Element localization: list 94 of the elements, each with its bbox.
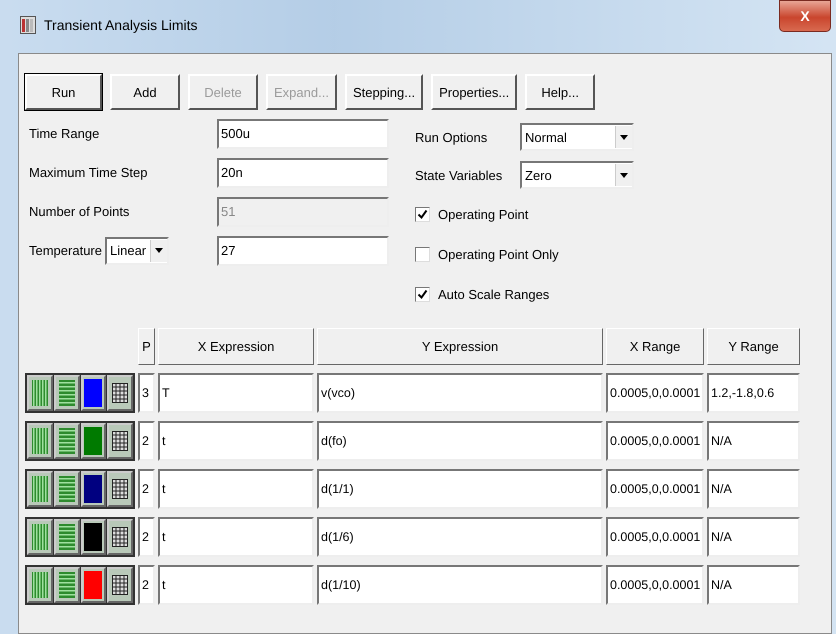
close-button[interactable]: X — [779, 0, 831, 32]
column-header[interactable]: P — [138, 328, 155, 365]
horizontal-lines-icon — [58, 524, 75, 550]
line-style-button[interactable] — [27, 375, 53, 411]
mode-dropdown[interactable]: Linear — [104, 236, 169, 264]
checkbox[interactable] — [415, 286, 430, 302]
table-cell[interactable]: 1.2,-1.8,0.6 — [707, 373, 800, 413]
table-cell[interactable]: 0.0005,0,0.0001 — [606, 421, 704, 461]
table-cell[interactable]: t — [158, 517, 314, 557]
line-style-button[interactable] — [54, 567, 80, 603]
option-label: Run Options — [415, 130, 488, 144]
toolbar-button[interactable]: Help... — [525, 74, 596, 110]
grid-icon — [112, 431, 128, 451]
field-label: Number of Points — [29, 204, 130, 219]
horizontal-lines-icon — [58, 428, 75, 454]
grid-button[interactable] — [107, 519, 133, 555]
field-label: Maximum Time Step — [29, 165, 148, 180]
table-cell[interactable]: 2 — [138, 565, 155, 605]
toolbar-button[interactable]: Stepping... — [344, 74, 424, 110]
grid-button[interactable] — [107, 375, 133, 411]
horizontal-lines-icon — [58, 380, 75, 406]
dropdown-arrow-icon — [620, 172, 628, 178]
table-cell[interactable]: 2 — [138, 469, 155, 509]
table-cell[interactable]: d(1/1) — [317, 469, 603, 509]
line-style-button[interactable] — [27, 423, 53, 459]
column-header[interactable]: X Range — [606, 328, 704, 365]
table-cell[interactable]: 0.0005,0,0.0001 — [606, 469, 704, 509]
line-style-button[interactable] — [54, 375, 80, 411]
table-cell[interactable]: t — [158, 469, 314, 509]
toolbar-button[interactable]: Properties... — [431, 74, 518, 110]
line-style-button[interactable] — [54, 519, 80, 555]
table-cell[interactable]: d(1/10) — [317, 565, 603, 605]
table-cell[interactable]: t — [158, 565, 314, 605]
checkbox[interactable] — [415, 246, 430, 262]
table-cell[interactable]: N/A — [707, 469, 800, 509]
color-button[interactable] — [80, 567, 106, 603]
color-button[interactable] — [80, 519, 106, 555]
vertical-lines-icon — [32, 380, 48, 406]
grid-button[interactable] — [107, 471, 133, 507]
grid-icon — [112, 575, 128, 595]
column-header[interactable]: Y Expression — [317, 328, 603, 365]
toolbar-button[interactable]: Run — [25, 74, 102, 110]
dropdown-arrow-icon — [154, 248, 163, 253]
table-cell[interactable]: 3 — [138, 373, 155, 413]
table-cell[interactable]: N/A — [707, 421, 800, 461]
grid-icon — [112, 383, 128, 403]
table-cell[interactable]: 2 — [138, 421, 155, 461]
dropdown-arrow-icon — [620, 134, 628, 140]
table-cell[interactable]: 0.0005,0,0.0001 — [606, 517, 704, 557]
line-style-button[interactable] — [27, 519, 53, 555]
option-label: State Variables — [415, 168, 504, 182]
table-cell[interactable]: 0.0005,0,0.0001 — [606, 373, 704, 413]
window-title: Transient Analysis Limits — [44, 17, 198, 33]
grid-icon — [112, 479, 128, 499]
input-field[interactable]: 20n — [217, 158, 389, 188]
table-cell[interactable]: 0.0005,0,0.0001 — [606, 565, 704, 605]
column-header[interactable]: X Expression — [158, 328, 314, 365]
table-cell[interactable]: N/A — [707, 565, 800, 605]
table-cell[interactable]: T — [158, 373, 314, 413]
color-button[interactable] — [80, 423, 106, 459]
grid-button[interactable] — [107, 567, 133, 603]
checkbox-label: Operating Point Only — [438, 246, 559, 262]
color-button[interactable] — [80, 375, 106, 411]
toolbar-button[interactable]: Add — [110, 74, 180, 110]
table-cell[interactable]: 2 — [138, 517, 155, 557]
field-label: Time Range — [29, 126, 100, 141]
input-field[interactable]: 27 — [217, 236, 389, 266]
input-field[interactable]: 500u — [217, 118, 389, 148]
color-button[interactable] — [80, 471, 106, 507]
checkbox[interactable] — [415, 206, 430, 222]
line-style-button[interactable] — [54, 471, 80, 507]
table-cell[interactable]: t — [158, 421, 314, 461]
column-header[interactable]: Y Range — [707, 328, 800, 365]
table-cell[interactable]: v(vco) — [317, 373, 603, 413]
vertical-lines-icon — [32, 572, 48, 598]
app-icon — [20, 16, 36, 34]
line-style-button[interactable] — [27, 567, 53, 603]
horizontal-lines-icon — [58, 476, 75, 502]
field-label: Temperature — [29, 243, 102, 258]
grid-button[interactable] — [107, 423, 133, 459]
table-cell[interactable]: d(1/6) — [317, 517, 603, 557]
horizontal-lines-icon — [58, 572, 75, 598]
checkbox-label: Operating Point — [438, 206, 528, 222]
option-dropdown[interactable]: Zero — [520, 161, 634, 189]
vertical-lines-icon — [32, 428, 48, 454]
option-dropdown[interactable]: Normal — [520, 123, 634, 151]
table-cell[interactable]: d(fo) — [317, 421, 603, 461]
grid-icon — [112, 527, 128, 547]
vertical-lines-icon — [32, 476, 48, 502]
checkbox-label: Auto Scale Ranges — [438, 286, 550, 302]
vertical-lines-icon — [32, 524, 48, 550]
table-cell[interactable]: N/A — [707, 517, 800, 557]
line-style-button[interactable] — [27, 471, 53, 507]
line-style-button[interactable] — [54, 423, 80, 459]
